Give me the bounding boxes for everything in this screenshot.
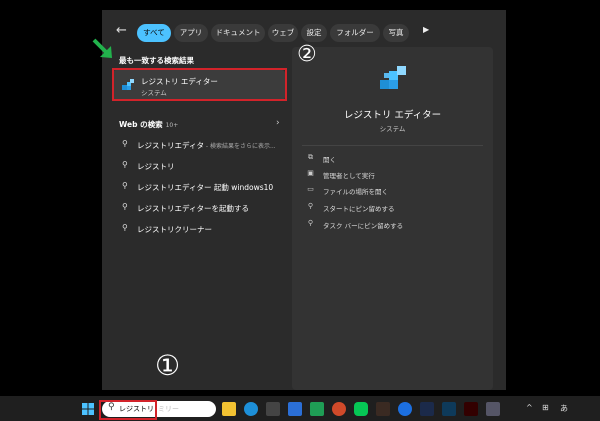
annotation-marker-1: ①: [155, 349, 181, 382]
folder-icon: ▭: [307, 185, 314, 193]
web-suggestion[interactable]: ⚲ レジストリエディター 起動 windows10: [122, 180, 288, 196]
store-icon[interactable]: [266, 402, 280, 416]
chevron-right-icon[interactable]: ›: [276, 118, 280, 128]
best-match-heading: 最も一致する検索結果: [119, 56, 194, 65]
annotation-marker-2: ②: [297, 42, 317, 67]
action-pin-to-start[interactable]: ⚲ スタートにピン留めする: [306, 202, 486, 216]
admin-shield-icon: ▣: [307, 169, 314, 177]
line-icon[interactable]: [354, 402, 368, 416]
tray-overflow-icon[interactable]: ^: [526, 403, 533, 412]
search-hint: ミリー: [158, 405, 179, 413]
app-detail-pane: レジストリ エディター システム ⧉ 開く ▣ 管理者として実行 ▭ ファイルの…: [292, 47, 493, 390]
results-column: 最も一致する検索結果 レジストリ エディター システム Web の検索 10+ ›…: [102, 52, 288, 390]
green-arrow-icon: [92, 38, 112, 58]
tab-web[interactable]: ウェブ: [268, 24, 298, 42]
powerpoint-icon[interactable]: [332, 402, 346, 416]
app-subtitle: システム: [379, 125, 406, 133]
play-icon[interactable]: ▶: [423, 25, 429, 34]
taskbar: ⚲ レジストリ ミリー ^ ⊞ あ: [0, 396, 600, 421]
open-icon: ⧉: [308, 153, 313, 161]
web-suggestion[interactable]: ⚲ レジストリ: [122, 159, 288, 175]
tab-documents[interactable]: ドキュメント: [211, 24, 265, 42]
registry-editor-icon: [380, 66, 406, 89]
tab-folders[interactable]: フォルダー: [330, 24, 380, 42]
search-icon: ⚲: [122, 202, 128, 211]
action-open-file-location[interactable]: ▭ ファイルの場所を開く: [306, 185, 486, 199]
zoom-icon[interactable]: [398, 402, 412, 416]
action-open[interactable]: ⧉ 開く: [306, 153, 486, 167]
app-icon[interactable]: [420, 402, 434, 416]
app-title: レジストリ エディター: [343, 110, 442, 121]
action-pin-to-taskbar[interactable]: ⚲ タスク バーにピン留めする: [306, 219, 486, 233]
highlight-box-best-match: [112, 68, 287, 101]
web-search-heading: Web の検索 10+: [119, 120, 179, 129]
illustrator-icon[interactable]: [464, 402, 478, 416]
edge-icon[interactable]: [244, 402, 258, 416]
search-icon: ⚲: [122, 181, 128, 190]
tray-icon[interactable]: ⊞: [542, 403, 549, 412]
tab-all[interactable]: すべて: [137, 24, 171, 42]
back-arrow-icon[interactable]: ←: [116, 23, 127, 38]
input-method-icon[interactable]: あ: [560, 403, 568, 414]
action-run-as-admin[interactable]: ▣ 管理者として実行: [306, 169, 486, 183]
lightroom-icon[interactable]: [442, 402, 456, 416]
pin-icon: ⚲: [307, 219, 314, 227]
word-icon[interactable]: [288, 402, 302, 416]
web-suggestion[interactable]: ⚲ レジストリクリーナー: [122, 222, 288, 238]
search-icon: ⚲: [122, 160, 128, 169]
divider: [302, 145, 483, 146]
web-suggestion[interactable]: ⚲ レジストリエディタ - 検索結果をさらに表示...: [122, 138, 288, 154]
search-icon: ⚲: [122, 223, 128, 232]
search-panel: ← すべて アプリ ドキュメント ウェブ 設定 フォルダー 写真 ▶ 最も一致す…: [102, 10, 506, 390]
app-icon[interactable]: [486, 402, 500, 416]
web-suggestion[interactable]: ⚲ レジストリエディターを起動する: [122, 201, 288, 217]
pin-icon: ⚲: [307, 202, 314, 210]
file-explorer-icon[interactable]: [222, 402, 236, 416]
app-icon[interactable]: [376, 402, 390, 416]
tab-settings[interactable]: 設定: [301, 24, 327, 42]
excel-icon[interactable]: [310, 402, 324, 416]
search-icon: ⚲: [122, 139, 128, 148]
tab-photos[interactable]: 写真: [383, 24, 409, 42]
tab-apps[interactable]: アプリ: [174, 24, 208, 42]
windows-start-icon[interactable]: [82, 403, 94, 415]
highlight-box-search: [99, 400, 157, 420]
